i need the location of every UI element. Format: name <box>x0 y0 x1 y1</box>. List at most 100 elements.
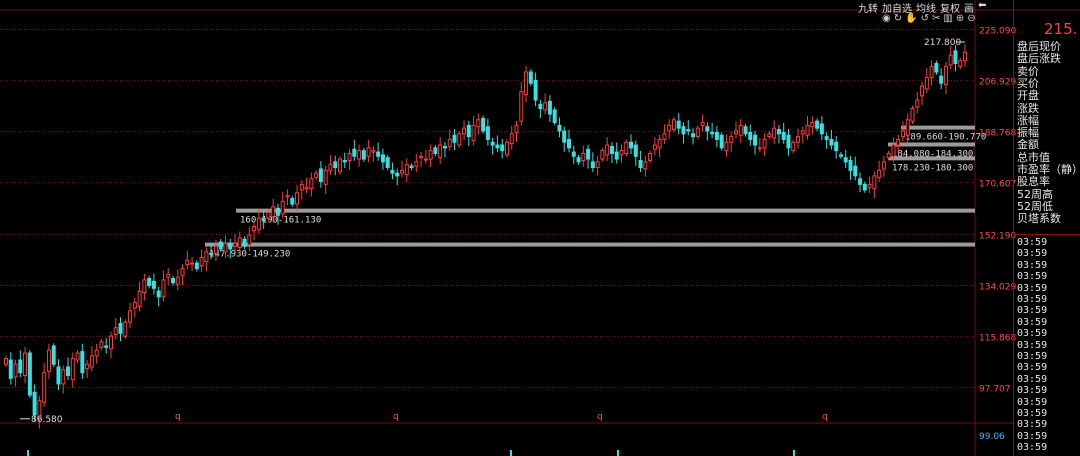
undo-icon[interactable]: ↺ <box>921 13 929 24</box>
chart-icon-bar: ◉ ↻ ✋ ↺ ✂ ▥ ⊕ ⊖ <box>882 13 976 24</box>
delete-icon[interactable]: ▥ <box>943 13 952 24</box>
y-tick-label: 97.707 <box>979 385 1011 395</box>
candle-body <box>400 169 405 174</box>
candle-body <box>724 141 729 152</box>
candle-body <box>70 358 75 381</box>
toolbar-add-watchlist[interactable]: 加自选 <box>882 0 912 15</box>
trade-time: 03:59 <box>1017 396 1048 408</box>
y-tick-label: 134.029 <box>979 282 1016 292</box>
candle-body <box>361 150 366 160</box>
trade-time: 03:59 <box>1017 282 1048 294</box>
candle-body <box>796 136 801 143</box>
zoom-in-icon[interactable]: ⊕ <box>956 13 964 24</box>
candle-body <box>285 195 290 198</box>
candle-body <box>848 159 853 171</box>
candle-body <box>772 127 777 139</box>
candle-body <box>509 133 514 145</box>
candle-body <box>333 161 338 169</box>
candle-body <box>600 150 605 160</box>
candle-body <box>194 262 199 270</box>
candle-body <box>619 150 624 156</box>
candle-body <box>829 138 834 146</box>
quote-label: 贝塔系数 <box>1017 212 1061 226</box>
candle-body <box>676 120 681 129</box>
candle-body <box>934 63 939 73</box>
candle-body <box>858 178 863 185</box>
candle-body <box>433 147 438 154</box>
candle-body <box>776 129 781 135</box>
candle-body <box>533 79 538 101</box>
chart-toolbar: 九转 加自选 均线 复权 画 ⬅ <box>858 0 986 15</box>
quote-panel: 盘后现价 盘后涨跌 卖价 买价 开盘 涨跌 涨幅 振幅 金额 总市值 市盈率（静） 股息率 52周高 52… <box>1013 0 1080 456</box>
candle-body <box>380 154 385 163</box>
candle-body <box>714 131 719 140</box>
candle-body <box>352 148 357 157</box>
candle-body <box>920 85 925 97</box>
trade-time: 03:59 <box>1017 362 1048 374</box>
candle-body <box>419 155 424 159</box>
zoom-out-icon[interactable]: ⊖ <box>967 13 975 24</box>
candle-body <box>27 352 32 396</box>
candle-body <box>304 186 309 190</box>
redo-icon[interactable]: ↻ <box>894 13 902 24</box>
candle-body <box>939 75 944 84</box>
x-marker: q <box>175 412 181 422</box>
quote-label: 股息率 <box>1017 175 1050 189</box>
candle-body <box>881 161 886 170</box>
candle-body <box>963 51 967 62</box>
candle-body <box>170 278 175 284</box>
candle-body <box>99 341 104 348</box>
zone-label: 189.660-190.770 <box>905 133 986 143</box>
trade-time: 03:59 <box>1017 442 1048 454</box>
candle-body <box>137 290 142 308</box>
candle-body <box>748 131 753 140</box>
candle-body <box>404 164 409 176</box>
x-marker: q <box>822 412 828 422</box>
hand-icon[interactable]: ✋ <box>905 13 917 24</box>
candle-body <box>247 234 252 246</box>
chart-grid <box>0 0 1080 456</box>
candle-body <box>342 159 347 163</box>
candle-body <box>943 65 948 86</box>
scissors-icon[interactable]: ✂ <box>932 13 940 24</box>
candle-body <box>910 107 915 122</box>
toolbar-moving-average[interactable]: 均线 <box>916 0 936 15</box>
candle-body <box>228 242 233 250</box>
zone-label: 184.080-184.300 <box>892 149 973 159</box>
candle-body <box>800 130 805 135</box>
candle-body <box>786 134 791 149</box>
candle-body <box>175 276 180 285</box>
candle-body <box>605 144 610 156</box>
candle-body <box>233 242 238 247</box>
candle-body <box>390 169 395 174</box>
candle-body <box>805 124 810 136</box>
candle-body <box>328 164 333 171</box>
toolbar-draw[interactable]: 画 <box>964 0 974 15</box>
trade-time: 03:59 <box>1017 373 1048 385</box>
candle-body <box>66 366 71 376</box>
candle-body <box>46 349 51 372</box>
candle-body <box>867 183 872 188</box>
candle-body <box>466 124 471 138</box>
candle-body <box>710 131 715 135</box>
candle-body <box>886 152 891 159</box>
eye-icon[interactable]: ◉ <box>882 13 891 24</box>
toolbar-back[interactable]: ⬅ <box>978 0 986 12</box>
trade-time: 03:59 <box>1017 339 1048 351</box>
candle-body <box>442 145 447 149</box>
candle-body <box>481 117 486 132</box>
candle-body <box>132 301 137 309</box>
candle-body <box>156 290 161 298</box>
toolbar-nine-turn[interactable]: 九转 <box>858 0 878 15</box>
candle-body <box>671 119 676 131</box>
candle-body <box>271 206 276 218</box>
candle-body <box>266 211 271 219</box>
toolbar-adjust[interactable]: 复权 <box>940 0 960 15</box>
candle-body <box>686 129 691 132</box>
candle-body <box>423 158 428 161</box>
candle-body <box>323 169 328 185</box>
candle-body <box>815 120 820 129</box>
candle-body <box>199 256 204 267</box>
candle-body <box>89 355 94 368</box>
candle-body <box>552 109 557 124</box>
